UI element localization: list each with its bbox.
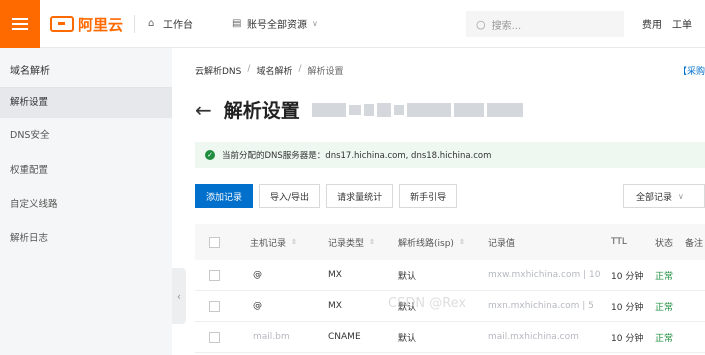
table-row: mail.bm CNAME 默认 mail.mxhichina.com 10 分… [195,322,705,353]
table-row: @ MX 默认 mxw.mxhichina.com | 10 10 分钟 正常 [195,260,705,291]
table-header: 主机记录 ⇳ 记录类型 ⇳ 解析线路(isp) ⇳ 记录值 TTL 状态 备注 [195,224,705,260]
page-title: 解析设置 [223,100,300,122]
row-checkbox[interactable] [209,300,220,312]
cell-value: mail.mxhichina.com [488,332,579,342]
search-input[interactable]: ○ 搜索... [466,11,624,37]
cell-value: mxn.mxhichina.com | 5 [488,301,594,311]
sidebar-item-dns-settings[interactable]: 解析设置 [0,88,172,118]
cell-ttl: 10 分钟 [611,302,644,313]
cell-value: mxw.mxhichina.com | 10 [488,270,601,280]
home-icon: ⌂ [148,17,155,29]
breadcrumb-item-domain[interactable]: 域名解析 [256,64,292,77]
cell-line: 默认 [398,333,417,344]
sidebar-item-dns-security[interactable]: DNS安全 [0,121,172,151]
list-icon: ▤ [232,17,242,29]
cell-type: MX [328,301,342,311]
chevron-left-icon: ‹ [176,289,182,303]
cell-host: @ [253,270,262,280]
back-arrow-icon[interactable]: ← [195,100,212,120]
select-all-cell [209,224,220,260]
cell-ttl: 10 分钟 [611,271,644,282]
cell-type: CNAME [328,332,361,342]
watermark: CSDN @Rex [388,296,467,311]
cell-ttl: 10 分钟 [611,333,644,344]
breadcrumb-item-dns[interactable]: 云解析DNS [195,64,241,77]
select-all-checkbox[interactable] [209,236,220,248]
records-table: 主机记录 ⇳ 记录类型 ⇳ 解析线路(isp) ⇳ 记录值 TTL 状态 备注 @ M… [195,224,705,353]
sidebar: 域名解析 解析设置 DNS安全 权重配置 自定义线路 解析日志 [0,48,172,355]
page-header: ← 解析设置 [195,96,523,123]
col-type[interactable]: 记录类型 ⇳ [328,224,375,260]
col-status: 状态 [655,238,674,249]
cell-host: mail.bm [253,332,290,342]
sidebar-item-weight-config[interactable]: 权重配置 [0,156,172,186]
row-checkbox[interactable] [209,331,220,343]
row-select-cell [209,322,220,352]
cell-status: 正常 [655,302,674,313]
cell-status: 正常 [655,271,674,282]
chevron-down-icon: ∨ [678,191,684,201]
nav-workbench[interactable]: ⌂ 工作台 [148,16,193,31]
brand-name: 阿里云 [78,15,124,34]
redacted-domain [311,102,523,117]
dns-server-notice: ✓ 当前分配的DNS服务器是：dns17.hichina.com, dns18.… [195,142,705,168]
breadcrumb: 云解析DNS / 域名解析 / 解析设置 [195,64,344,77]
sidebar-item-dns-log[interactable]: 解析日志 [0,224,172,254]
nav-all-resources[interactable]: ▤ 账号全部资源 ∨ [232,16,322,31]
col-line[interactable]: 解析线路(isp) ⇳ [398,224,465,260]
menu-icon[interactable] [0,0,40,48]
check-circle-icon: ✓ [205,150,215,160]
sidebar-item-custom-line[interactable]: 自定义线路 [0,190,172,220]
record-filter-value: 全部记录 [636,192,673,203]
chevron-down-icon: ∨ [312,18,318,28]
sidebar-collapse-button[interactable]: ‹ [172,268,186,324]
row-select-cell [209,260,220,290]
sort-icon: ⇳ [458,238,465,246]
nav-ticket[interactable]: 工单 [672,16,692,31]
col-ttl: TTL [611,237,627,247]
col-remark: 备注 [685,238,704,249]
row-checkbox[interactable] [209,269,220,281]
beginner-guide-button[interactable]: 新手引导 [399,184,458,208]
aliyun-logo-mark [50,16,74,32]
cell-type: MX [328,270,342,280]
col-type-label: 记录类型 [328,238,365,249]
sidebar-title: 域名解析 [10,66,50,77]
notice-text: 当前分配的DNS服务器是：dns17.hichina.com, dns18.hi… [222,151,492,161]
breadcrumb-separator: / [298,64,302,74]
sort-icon: ⇳ [369,238,375,246]
divider [134,15,135,33]
col-line-label: 解析线路(isp) [398,238,454,249]
cell-status: 正常 [655,333,674,344]
breadcrumb-separator: / [247,64,251,74]
nav-billing[interactable]: 费用 [642,16,662,31]
sort-icon: ⇳ [291,238,297,246]
request-stats-button[interactable]: 请求量统计 [326,184,394,208]
cell-host: @ [253,301,262,311]
cell-line: 默认 [398,271,417,282]
breadcrumb-item-current: 解析设置 [307,67,344,77]
col-value: 记录值 [488,238,516,249]
nav-all-resources-label: 账号全部资源 [247,20,307,31]
aliyun-logo[interactable]: 阿里云 [50,13,123,35]
import-export-button[interactable]: 导入/导出 [259,184,321,208]
search-placeholder: 搜索... [491,20,522,32]
toolbar: 添加记录 导入/导出 请求量统计 新手引导 [195,184,458,208]
col-host[interactable]: 主机记录 ⇳ [250,224,297,260]
row-select-cell [209,291,220,321]
record-filter-select[interactable]: 全部记录 ∨ [623,184,705,208]
top-bar: 阿里云 ⌂ 工作台 ▤ 账号全部资源 ∨ ○ 搜索... 费用 工单 [0,0,705,48]
nav-workbench-label: 工作台 [163,20,193,31]
add-record-button[interactable]: 添加记录 [195,184,254,208]
search-icon: ○ [476,17,486,31]
col-host-label: 主机记录 [250,238,287,249]
purchase-link[interactable]: 【采购 [678,64,705,77]
